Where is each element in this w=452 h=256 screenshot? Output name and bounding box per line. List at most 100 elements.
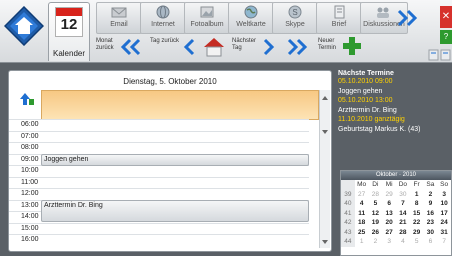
- day-cell[interactable]: 30: [424, 228, 438, 238]
- day-cell[interactable]: 4: [355, 199, 369, 209]
- day-cell[interactable]: 6: [424, 237, 438, 247]
- hour-label: 12:00: [21, 190, 39, 197]
- day-back-button[interactable]: [182, 38, 196, 56]
- skype-label: Skype: [285, 21, 305, 28]
- day-cell[interactable]: 27: [355, 190, 369, 200]
- day-cell[interactable]: 22: [410, 218, 424, 228]
- email-button[interactable]: Email: [96, 2, 142, 34]
- day-cell[interactable]: 30: [396, 190, 410, 200]
- day-cell[interactable]: 9: [424, 199, 438, 209]
- all-day-area[interactable]: [41, 90, 319, 120]
- globe-icon: [156, 5, 170, 19]
- upcoming-date[interactable]: 11.10.2010 ganztägig: [338, 115, 448, 125]
- close-icon: ✕: [441, 11, 451, 22]
- upcoming-date[interactable]: 05.10.2010 09:00: [338, 77, 448, 87]
- day-cell[interactable]: 17: [437, 209, 451, 219]
- day-cell[interactable]: 12: [369, 209, 383, 219]
- event-arzttermin[interactable]: Arzttermin Dr. Bing: [41, 200, 309, 222]
- internet-label: Internet: [151, 21, 175, 28]
- hour-row[interactable]: 16:00: [9, 234, 309, 247]
- weekday-label: So: [440, 181, 449, 189]
- day-cell[interactable]: 28: [396, 228, 410, 238]
- day-title: Dienstag, 5. Oktober 2010: [123, 77, 217, 86]
- main-toolbar: 12 Kalender Email Internet Fotoalbum Wel…: [0, 0, 452, 63]
- day-cell[interactable]: 20: [382, 218, 396, 228]
- day-cell[interactable]: 23: [424, 218, 438, 228]
- move-up-button[interactable]: [19, 91, 35, 107]
- day-cell[interactable]: 5: [410, 237, 424, 247]
- home-button[interactable]: [3, 5, 45, 47]
- day-cell[interactable]: 2: [369, 237, 383, 247]
- upcoming-entry[interactable]: Arzttermin Dr. Bing: [338, 106, 448, 116]
- weekday-label: Mi: [385, 181, 393, 189]
- day-cell[interactable]: 3: [437, 190, 451, 200]
- print-icon[interactable]: [428, 49, 452, 61]
- chevron-right-icon: [263, 38, 275, 56]
- help-button[interactable]: ?: [440, 30, 452, 44]
- day-cell[interactable]: 8: [410, 199, 424, 209]
- day-cell[interactable]: 5: [369, 199, 383, 209]
- world-map-button[interactable]: Weltkarte: [228, 2, 274, 34]
- hour-label: 13:00: [21, 201, 39, 209]
- day-cell[interactable]: 7: [437, 237, 451, 247]
- day-view: Dienstag, 5. Oktober 2010 06:00 07:00 08…: [8, 70, 332, 252]
- tab-calendar[interactable]: 12 Kalender: [48, 2, 90, 61]
- upcoming-date[interactable]: 05.10.2010 13:00: [338, 96, 448, 106]
- day-cell[interactable]: 26: [369, 228, 383, 238]
- letter-button[interactable]: Brief: [316, 2, 362, 34]
- day-cell[interactable]: 27: [382, 228, 396, 238]
- more-tools-button[interactable]: [396, 8, 420, 28]
- mini-calendar-title[interactable]: Oktober · 2010: [341, 171, 451, 180]
- home-icon: [3, 5, 45, 47]
- day-cell[interactable]: 6: [382, 199, 396, 209]
- world-map-icon: [244, 5, 258, 19]
- day-cell[interactable]: 29: [382, 190, 396, 200]
- day-scrollbar[interactable]: [319, 90, 330, 248]
- close-button[interactable]: ✕: [440, 6, 452, 28]
- internet-button[interactable]: Internet: [140, 2, 186, 34]
- day-cell[interactable]: 2: [424, 190, 438, 200]
- tab-calendar-label: Kalender: [52, 49, 86, 58]
- day-cell[interactable]: 19: [369, 218, 383, 228]
- svg-text:S: S: [292, 8, 297, 17]
- event-joggen[interactable]: Joggen gehen: [41, 154, 309, 166]
- week-number: 44: [341, 237, 355, 247]
- day-cell[interactable]: 11: [355, 209, 369, 219]
- calendar-icon: 12: [55, 7, 83, 37]
- new-appointment-button[interactable]: [342, 36, 362, 56]
- email-icon: [111, 7, 127, 18]
- day-cell[interactable]: 29: [410, 228, 424, 238]
- day-cell[interactable]: 25: [355, 228, 369, 238]
- arrow-up-icon: [20, 93, 34, 105]
- day-cell[interactable]: 14: [396, 209, 410, 219]
- upcoming-entry[interactable]: Joggen gehen: [338, 87, 448, 97]
- mini-calendar-grid: Mo Di Mi Do Fr Sa So 39 27 28 29 30 1 2 …: [341, 180, 451, 247]
- day-cell[interactable]: 24: [437, 218, 451, 228]
- day-cell[interactable]: 1: [355, 237, 369, 247]
- today-button[interactable]: [202, 36, 226, 58]
- upcoming-entry[interactable]: Geburtstag Markus K. (43): [338, 125, 448, 135]
- day-cell[interactable]: 4: [396, 237, 410, 247]
- weekday-label: Fr: [413, 181, 420, 189]
- day-cell[interactable]: 31: [437, 228, 451, 238]
- next-day-button[interactable]: [262, 38, 276, 56]
- day-cell[interactable]: 15: [410, 209, 424, 219]
- home-today-icon: [204, 38, 224, 57]
- double-chevron-left-icon: [120, 38, 141, 56]
- day-cell[interactable]: 3: [382, 237, 396, 247]
- month-forward-button[interactable]: [286, 38, 308, 56]
- week-number: 39: [341, 189, 355, 199]
- week-number: 41: [341, 208, 355, 218]
- day-cell[interactable]: 21: [396, 218, 410, 228]
- skype-button[interactable]: S Skype: [272, 2, 318, 34]
- day-back-label: Tag zurück: [150, 38, 180, 44]
- day-cell[interactable]: 13: [382, 209, 396, 219]
- day-cell[interactable]: 18: [355, 218, 369, 228]
- day-cell[interactable]: 7: [396, 199, 410, 209]
- day-cell[interactable]: 10: [437, 199, 451, 209]
- month-back-button[interactable]: [120, 38, 142, 56]
- day-cell[interactable]: 28: [369, 190, 383, 200]
- photo-album-button[interactable]: Fotoalbum: [184, 2, 230, 34]
- day-cell[interactable]: 1: [410, 190, 424, 200]
- day-cell[interactable]: 16: [424, 209, 438, 219]
